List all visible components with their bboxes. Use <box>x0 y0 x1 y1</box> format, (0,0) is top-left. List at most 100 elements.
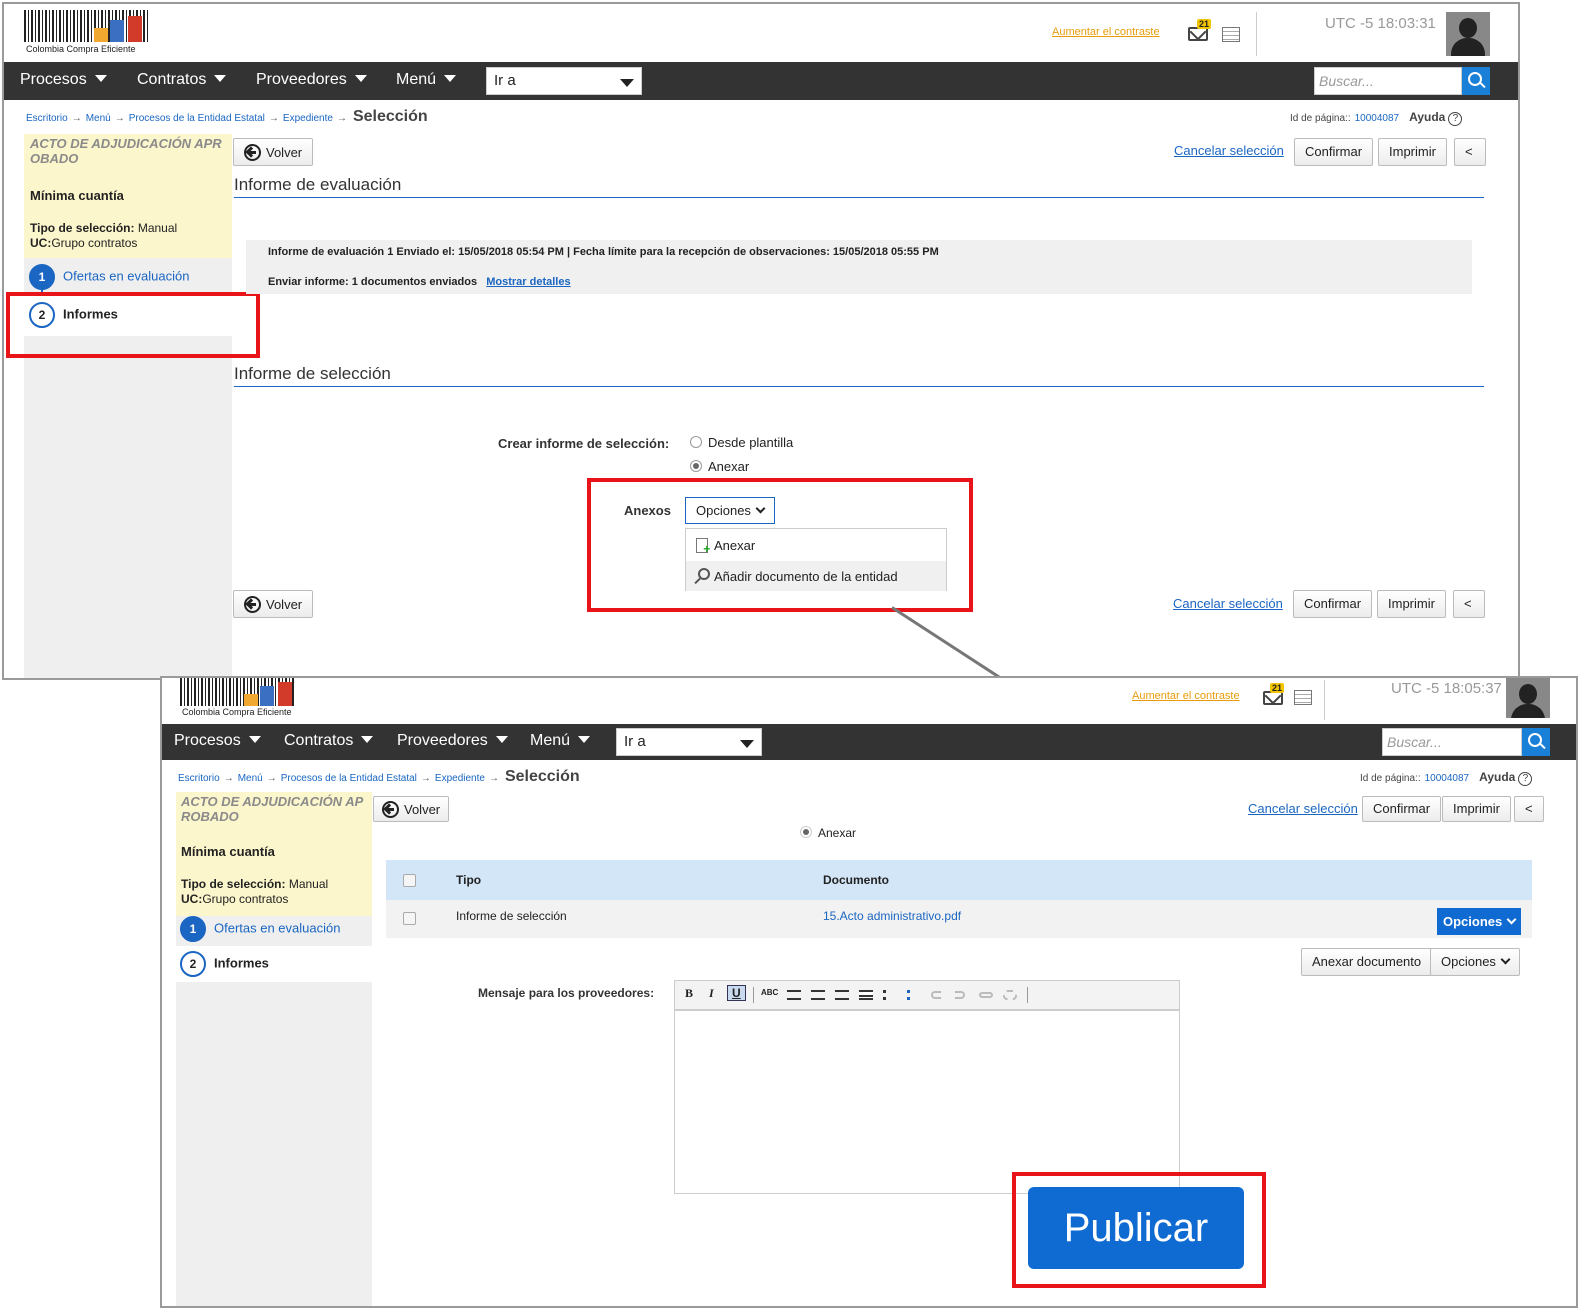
back-button-bottom[interactable]: Volver <box>233 590 314 618</box>
breadcrumb-menu[interactable]: Menú <box>86 113 111 124</box>
collapse-button-bottom[interactable]: < <box>1453 590 1485 618</box>
justify-icon[interactable] <box>859 990 873 1000</box>
page-id: Id de página:: 10004087 Ayuda? <box>1360 770 1533 786</box>
unlink-icon[interactable] <box>1003 990 1017 1000</box>
utc-clock: UTC -5 18:05:37 <box>1391 680 1502 697</box>
italic-button[interactable]: I <box>709 986 714 1001</box>
search-input[interactable]: Buscar... <box>1314 67 1462 95</box>
logo-text: Colombia Compra Eficiente <box>26 44 136 54</box>
radio-template[interactable]: Desde plantilla <box>690 435 793 450</box>
print-button[interactable]: Imprimir <box>1378 138 1447 166</box>
divider <box>1256 12 1257 56</box>
options-button[interactable]: Opciones <box>1430 948 1520 976</box>
page-id: Id de página:: 10004087 Ayuda? <box>1290 110 1463 126</box>
cancel-selection-link-bottom[interactable]: Cancelar selección <box>1173 596 1283 611</box>
contrast-link[interactable]: Aumentar el contraste <box>1052 26 1160 38</box>
dropdown-arrow-icon <box>740 740 754 748</box>
user-avatar-icon[interactable] <box>1446 12 1490 56</box>
cancel-selection-link[interactable]: Cancelar selección <box>1248 801 1358 816</box>
show-details-link[interactable]: Mostrar detalles <box>486 276 570 288</box>
breadcrumb-menu[interactable]: Menú <box>238 773 263 784</box>
screenshot-step-2: Colombia Compra Eficiente Aumentar el co… <box>160 676 1578 1308</box>
collapse-button[interactable]: < <box>1454 138 1486 166</box>
align-right-icon[interactable] <box>835 990 849 1000</box>
row-checkbox[interactable] <box>403 912 416 925</box>
news-icon[interactable] <box>1222 27 1240 42</box>
back-button[interactable]: Volver <box>233 138 314 166</box>
create-report-label: Crear informe de selección: <box>498 436 670 451</box>
align-left-icon[interactable] <box>787 990 801 1000</box>
collapse-button[interactable]: < <box>1514 796 1544 822</box>
breadcrumb-procesos[interactable]: Procesos de la Entidad Estatal <box>281 773 417 784</box>
search-icon[interactable] <box>1522 728 1550 756</box>
selection-type: Tipo de selección: Manual UC:Grupo contra… <box>181 877 329 906</box>
help-icon[interactable]: ? <box>1448 112 1463 126</box>
mail-icon[interactable] <box>1263 691 1283 705</box>
goto-select[interactable]: Ir a <box>486 67 642 95</box>
main-nav: Procesos Contratos Proveedores Menú Ir a… <box>162 724 1576 760</box>
nav-contratos[interactable]: Contratos <box>137 71 227 89</box>
help-link[interactable]: Ayuda <box>1409 110 1445 124</box>
page-id-link[interactable]: 10004087 <box>1425 773 1470 784</box>
process-status: ACTO DE ADJUDICACIÓN APROBADO <box>181 794 364 824</box>
page-title: Selección <box>504 768 580 785</box>
eval-section-title: Informe de evaluación <box>234 175 1484 198</box>
nav-procesos[interactable]: Procesos <box>174 732 261 750</box>
cancel-selection-link[interactable]: Cancelar selección <box>1174 143 1284 158</box>
nav-proveedores[interactable]: Proveedores <box>397 732 508 750</box>
attach-document-button[interactable]: Anexar documento <box>1301 948 1433 976</box>
nav-contratos[interactable]: Contratos <box>284 732 374 750</box>
bold-button[interactable]: B <box>685 986 693 1001</box>
highlight-informes <box>6 292 260 358</box>
breadcrumb-expediente[interactable]: Expediente <box>435 773 485 784</box>
bullet-list-icon[interactable] <box>883 990 897 1000</box>
breadcrumb-escritorio[interactable]: Escritorio <box>178 773 220 784</box>
undo-icon[interactable] <box>931 991 941 999</box>
print-button[interactable]: Imprimir <box>1442 796 1511 822</box>
link-icon[interactable] <box>979 992 993 998</box>
nav-menu[interactable]: Menú <box>530 732 591 750</box>
nav-menu[interactable]: Menú <box>396 71 457 89</box>
contrast-link[interactable]: Aumentar el contraste <box>1132 690 1240 702</box>
user-avatar-icon[interactable] <box>1506 678 1550 718</box>
nav-procesos[interactable]: Procesos <box>20 71 107 89</box>
underline-button[interactable]: U <box>727 985 746 1001</box>
confirm-button[interactable]: Confirmar <box>1294 138 1374 166</box>
select-all-checkbox[interactable] <box>403 874 416 887</box>
search-icon[interactable] <box>1462 67 1490 95</box>
print-button-bottom[interactable]: Imprimir <box>1377 590 1446 618</box>
help-icon[interactable]: ? <box>1518 772 1533 786</box>
row-document-link[interactable]: 15.Acto administrativo.pdf <box>823 909 961 923</box>
radio-attach[interactable]: Anexar <box>800 826 856 840</box>
align-center-icon[interactable] <box>811 990 825 1000</box>
confirm-button[interactable]: Confirmar <box>1362 796 1442 822</box>
news-icon[interactable] <box>1294 690 1312 705</box>
step-ofertas[interactable]: 1 Ofertas en evaluación <box>180 916 340 942</box>
back-button[interactable]: Volver <box>373 796 450 822</box>
row-options-button[interactable]: Opciones <box>1437 908 1522 935</box>
radio-attach[interactable]: Anexar <box>690 459 749 474</box>
confirm-button-bottom[interactable]: Confirmar <box>1293 590 1373 618</box>
caret-down-icon <box>361 736 374 743</box>
spellcheck-button[interactable]: ABC <box>761 988 778 997</box>
mail-icon[interactable] <box>1188 27 1208 41</box>
nav-proveedores[interactable]: Proveedores <box>256 71 367 89</box>
step-number: 2 <box>180 951 206 977</box>
breadcrumb-procesos[interactable]: Procesos de la Entidad Estatal <box>129 113 265 124</box>
caret-down-icon <box>578 736 591 743</box>
page-id-link[interactable]: 10004087 <box>1355 113 1400 124</box>
breadcrumb-escritorio[interactable]: Escritorio <box>26 113 68 124</box>
step-ofertas[interactable]: 1 Ofertas en evaluación <box>29 264 189 290</box>
back-arrow-icon <box>382 801 399 818</box>
table-row: Informe de selección 15.Acto administrat… <box>386 900 1532 938</box>
goto-select[interactable]: Ir a <box>616 728 762 756</box>
number-list-icon[interactable] <box>907 990 921 1000</box>
step-informes[interactable]: 2 Informes <box>180 951 269 977</box>
message-label: Mensaje para los proveedores: <box>478 986 655 1000</box>
help-link[interactable]: Ayuda <box>1479 770 1515 784</box>
mail-count-badge: 21 <box>1270 683 1285 693</box>
message-editor[interactable] <box>674 1010 1180 1194</box>
search-input[interactable]: Buscar... <box>1382 728 1522 756</box>
breadcrumb-expediente[interactable]: Expediente <box>283 113 333 124</box>
redo-icon[interactable] <box>955 991 965 999</box>
